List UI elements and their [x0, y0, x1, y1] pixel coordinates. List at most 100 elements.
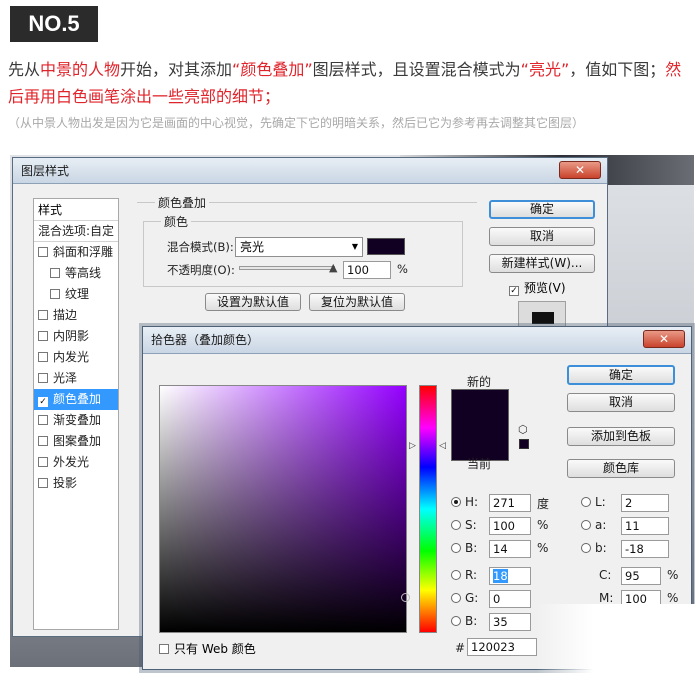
intro-highlight: “亮光” [520, 60, 570, 79]
add-to-swatches-button[interactable]: 添加到色板 [567, 427, 675, 446]
blend-options-item[interactable]: 混合选项:自定 [34, 221, 118, 242]
web-safe-color-swatch[interactable] [519, 439, 529, 449]
color-mode-radio[interactable] [581, 520, 591, 530]
opacity-slider[interactable] [239, 266, 335, 270]
color-mode-radio[interactable] [451, 497, 461, 507]
intro-segment: 图层样式，且设置混合模式为 [312, 60, 521, 79]
color-picker-titlebar: 拾色器（叠加颜色） ✕ [143, 327, 691, 354]
opacity-slider-thumb[interactable]: ▲ [329, 261, 337, 274]
web-colors-only-label: 只有 Web 颜色 [174, 642, 256, 656]
blend-mode-label: 混合模式(B): [167, 240, 234, 254]
layer-style-close-button[interactable]: ✕ [559, 161, 601, 179]
color-component-unit: % [537, 518, 549, 532]
overlay-color-swatch[interactable] [367, 238, 405, 255]
style-item-label: 外发光 [53, 455, 90, 469]
color-component-input[interactable]: 100 [489, 517, 531, 535]
color-component-input[interactable]: 35 [489, 613, 531, 631]
style-item[interactable]: 图案叠加 [34, 431, 118, 452]
layer-style-title: 图层样式 [21, 164, 70, 178]
color-component-input[interactable]: 0 [489, 590, 531, 608]
set-default-button[interactable]: 设置为默认值 [205, 293, 301, 311]
web-colors-only-row[interactable]: 只有 Web 颜色 [159, 640, 256, 657]
intro-text: 先从中景的人物开始，对其添加“颜色叠加”图层样式，且设置混合模式为“亮光”，值如… [8, 56, 694, 110]
blend-mode-select[interactable]: 亮光 ▼ [235, 237, 363, 257]
color-component-unit: % [667, 591, 679, 605]
color-mode-radio[interactable] [451, 543, 461, 553]
style-item-checkbox[interactable] [38, 436, 48, 446]
color-mode-radio[interactable] [451, 593, 461, 603]
style-item[interactable]: 渐变叠加 [34, 410, 118, 431]
hex-label: # [455, 641, 466, 655]
style-item-checkbox[interactable]: ✓ [38, 397, 48, 407]
web-colors-only-checkbox[interactable] [159, 644, 169, 654]
gamut-cube-icon[interactable]: ⬡ [518, 423, 528, 436]
style-item-checkbox[interactable] [38, 352, 48, 362]
style-item-checkbox[interactable] [50, 289, 60, 299]
style-item[interactable]: 描边 [34, 305, 118, 326]
style-item[interactable]: 纹理 [34, 284, 118, 305]
style-item[interactable]: 内阴影 [34, 326, 118, 347]
style-item-checkbox[interactable] [38, 415, 48, 425]
style-item-label: 渐变叠加 [53, 413, 102, 427]
color-mode-radio[interactable] [451, 616, 461, 626]
color-component-input[interactable]: 14 [489, 540, 531, 558]
color-picker-close-button[interactable]: ✕ [643, 330, 685, 348]
hue-arrow-right[interactable]: ◁ [439, 441, 446, 451]
preview-checkbox-row[interactable]: ✓ 预览(V) [509, 279, 566, 296]
style-item-checkbox[interactable] [38, 478, 48, 488]
blend-mode-value: 亮光 [240, 240, 265, 254]
style-item-checkbox[interactable] [38, 247, 48, 257]
styles-list-header[interactable]: 样式 [34, 199, 118, 221]
preview-label: 预览(V) [524, 281, 566, 295]
layer-style-ok-button[interactable]: 确定 [489, 200, 595, 219]
style-item[interactable]: 光泽 [34, 368, 118, 389]
step-badge: NO.5 [10, 6, 98, 42]
style-item-label: 颜色叠加 [53, 392, 102, 406]
new-current-color-preview [451, 389, 509, 461]
reset-default-button[interactable]: 复位为默认值 [309, 293, 405, 311]
style-item[interactable]: 等高线 [34, 263, 118, 284]
color-field-marker[interactable] [401, 593, 410, 602]
style-item-checkbox[interactable] [38, 373, 48, 383]
color-component-input[interactable]: 271 [489, 494, 531, 512]
styles-list: 样式 混合选项:自定 斜面和浮雕等高线纹理描边 内阴影内发光光泽 ✓ 颜色叠加渐变叠加… [33, 198, 119, 630]
color-mode-radio[interactable] [451, 570, 461, 580]
style-item[interactable]: 内发光 [34, 347, 118, 368]
style-item-checkbox[interactable] [38, 331, 48, 341]
color-component-input[interactable]: 2 [621, 494, 669, 512]
current-color-label: 当前 [467, 457, 492, 471]
color-libraries-button[interactable]: 颜色库 [567, 459, 675, 478]
saturation-brightness-field[interactable] [159, 385, 407, 633]
style-item[interactable]: 外发光 [34, 452, 118, 473]
color-component-input[interactable]: 95 [621, 567, 661, 585]
layer-style-cancel-button[interactable]: 取消 [489, 227, 595, 246]
new-style-button[interactable]: 新建样式(W)... [489, 254, 595, 273]
style-item[interactable]: ✓ 颜色叠加 [34, 389, 118, 410]
color-picker-title: 拾色器（叠加颜色） [151, 333, 260, 347]
color-mode-radio[interactable] [581, 543, 591, 553]
style-item-checkbox[interactable] [38, 457, 48, 467]
color-component-label: M: [599, 591, 614, 605]
style-item[interactable]: 投影 [34, 473, 118, 494]
style-item-label: 光泽 [53, 371, 78, 385]
color-mode-radio[interactable] [581, 497, 591, 507]
style-item-checkbox[interactable] [38, 310, 48, 320]
opacity-unit: % [397, 262, 408, 276]
hue-arrow-left[interactable]: ▷ [409, 441, 416, 451]
color-component-input[interactable]: 18 [489, 567, 531, 585]
new-color-label: 新的 [467, 375, 492, 389]
preview-checkbox[interactable]: ✓ [509, 286, 519, 296]
opacity-input[interactable]: 100 [343, 261, 391, 279]
color-component-input[interactable]: 11 [621, 517, 669, 535]
style-item-label: 纹理 [65, 287, 90, 301]
color-component-input[interactable]: -18 [621, 540, 669, 558]
style-item-checkbox[interactable] [50, 268, 60, 278]
style-item-label: 内发光 [53, 350, 90, 364]
hue-slider[interactable] [419, 385, 437, 633]
style-item[interactable]: 斜面和浮雕 [34, 242, 118, 263]
hex-input[interactable]: 120023 [467, 638, 537, 656]
color-picker-cancel-button[interactable]: 取消 [567, 393, 675, 412]
style-item-label: 等高线 [65, 266, 102, 280]
color-picker-ok-button[interactable]: 确定 [567, 365, 675, 385]
color-mode-radio[interactable] [451, 520, 461, 530]
